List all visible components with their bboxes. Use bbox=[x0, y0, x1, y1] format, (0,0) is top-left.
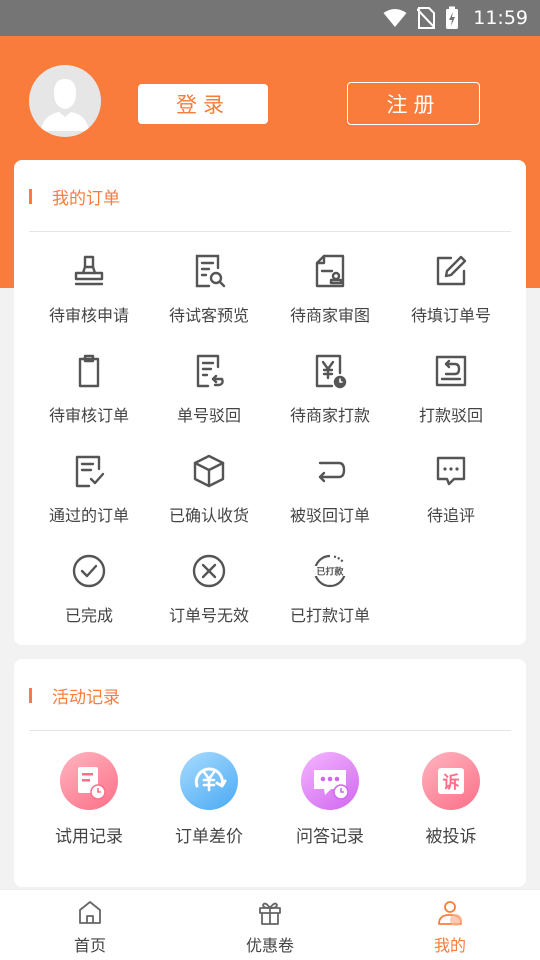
activity-card: 活动记录 试用记录 订单差价 问答记录 诉 被投诉 bbox=[14, 659, 526, 887]
section-marker bbox=[29, 189, 32, 204]
x-circle-icon bbox=[192, 554, 226, 588]
order-item-label: 订单号无效 bbox=[168, 606, 249, 625]
order-item-label: 打款驳回 bbox=[418, 406, 483, 425]
order-item-pending-followup-review[interactable]: 待追评 bbox=[391, 453, 511, 543]
home-icon bbox=[79, 901, 101, 924]
order-item-number-rejected[interactable]: 单号驳回 bbox=[149, 353, 269, 443]
tab-coupons[interactable]: 优惠卷 bbox=[180, 890, 360, 960]
bottom-tab-bar: 首页 优惠卷 我的 bbox=[0, 889, 540, 960]
order-item-label: 被驳回订单 bbox=[289, 506, 370, 525]
tab-label: 优惠卷 bbox=[245, 936, 294, 955]
section-marker bbox=[29, 688, 32, 703]
document-return-icon bbox=[196, 354, 224, 388]
order-item-tester-preview[interactable]: 待试客预览 bbox=[149, 253, 269, 343]
order-item-label: 已确认收货 bbox=[168, 506, 249, 525]
stamp-icon bbox=[74, 255, 104, 286]
activity-item-trial-record[interactable]: 试用记录 bbox=[29, 752, 149, 862]
order-item-label: 待填订单号 bbox=[410, 306, 491, 325]
activity-item-label: 被投诉 bbox=[425, 827, 477, 847]
tab-label: 我的 bbox=[433, 936, 466, 955]
login-button[interactable]: 登录 bbox=[138, 84, 268, 124]
complaint-icon: 诉 bbox=[422, 752, 480, 810]
order-item-fill-order-number[interactable]: 待填订单号 bbox=[391, 253, 511, 343]
wifi-icon bbox=[383, 9, 407, 27]
order-item-label: 待审核订单 bbox=[48, 406, 129, 425]
divider bbox=[29, 730, 511, 731]
status-bar: 11:59 bbox=[0, 0, 540, 36]
order-item-label: 通过的订单 bbox=[48, 506, 129, 525]
avatar[interactable] bbox=[29, 65, 101, 137]
order-item-label: 待追评 bbox=[426, 506, 475, 525]
order-item-confirmed-receipt[interactable]: 已确认收货 bbox=[149, 453, 269, 543]
order-item-merchant-payment[interactable]: 待商家打款 bbox=[270, 353, 390, 443]
activity-item-label: 订单差价 bbox=[175, 827, 243, 847]
order-item-label: 单号驳回 bbox=[176, 406, 241, 425]
order-item-rejected-order[interactable]: 被驳回订单 bbox=[270, 453, 390, 543]
order-item-paid[interactable]: 已打款 已打款订单 bbox=[270, 553, 390, 643]
divider bbox=[29, 231, 511, 232]
activity-item-label: 问答记录 bbox=[296, 827, 364, 847]
return-box-icon bbox=[435, 355, 467, 387]
gift-icon bbox=[259, 902, 281, 925]
orders-title: 我的订单 bbox=[52, 189, 120, 209]
tab-mine[interactable]: 我的 bbox=[360, 890, 540, 960]
default-avatar-icon bbox=[41, 79, 89, 131]
activity-item-qa-record[interactable]: 问答记录 bbox=[270, 752, 390, 862]
order-item-pending-application[interactable]: 待审核申请 bbox=[29, 253, 149, 343]
order-item-pending-order-review[interactable]: 待审核订单 bbox=[29, 353, 149, 443]
activity-item-complaints[interactable]: 诉 被投诉 bbox=[391, 752, 511, 862]
trial-record-icon bbox=[60, 752, 118, 810]
return-arrow-icon bbox=[318, 461, 346, 483]
orders-card: 我的订单 待审核申请 待试客预览 待商家审图 待填订单号 待审核订单 单号驳回 … bbox=[14, 160, 526, 645]
order-item-merchant-image-review[interactable]: 待商家审图 bbox=[270, 253, 390, 343]
image-review-icon bbox=[315, 254, 345, 288]
chat-bubble-icon bbox=[436, 456, 466, 486]
order-item-label: 已完成 bbox=[64, 606, 113, 625]
status-icons: 11:59 bbox=[383, 0, 528, 36]
activity-item-label: 试用记录 bbox=[55, 827, 123, 847]
complaint-glyph: 诉 bbox=[443, 772, 460, 793]
paid-stamp-icon: 已打款 bbox=[313, 554, 347, 588]
battery-charging-icon bbox=[446, 6, 459, 29]
activity-item-order-price-difference[interactable]: 订单差价 bbox=[149, 752, 269, 862]
qa-chat-icon bbox=[301, 752, 359, 810]
order-item-payment-rejected[interactable]: 打款驳回 bbox=[391, 353, 511, 443]
profile-icon bbox=[438, 901, 462, 926]
tab-label: 首页 bbox=[73, 936, 106, 955]
paid-stamp-text: 已打款 bbox=[316, 566, 344, 578]
package-icon bbox=[193, 454, 225, 488]
status-time: 11:59 bbox=[473, 7, 528, 29]
document-check-icon bbox=[75, 455, 105, 488]
order-item-label: 已打款订单 bbox=[289, 606, 370, 625]
order-item-completed[interactable]: 已完成 bbox=[29, 553, 149, 643]
register-button[interactable]: 注册 bbox=[347, 82, 480, 125]
yen-refresh-icon bbox=[180, 752, 238, 810]
order-item-label: 待商家打款 bbox=[289, 406, 370, 425]
clipboard-icon bbox=[78, 354, 100, 388]
edit-icon bbox=[436, 255, 467, 286]
yen-clock-icon bbox=[315, 354, 347, 389]
order-item-label: 待商家审图 bbox=[289, 306, 370, 325]
no-sim-icon bbox=[417, 7, 436, 29]
order-item-label: 待试客预览 bbox=[168, 306, 249, 325]
order-item-approved[interactable]: 通过的订单 bbox=[29, 453, 149, 543]
order-item-label: 待审核申请 bbox=[48, 306, 129, 325]
tab-home[interactable]: 首页 bbox=[0, 890, 180, 960]
document-search-icon bbox=[195, 254, 226, 288]
order-item-invalid-number[interactable]: 订单号无效 bbox=[149, 553, 269, 643]
activity-title: 活动记录 bbox=[52, 688, 120, 708]
check-circle-icon bbox=[72, 554, 106, 588]
